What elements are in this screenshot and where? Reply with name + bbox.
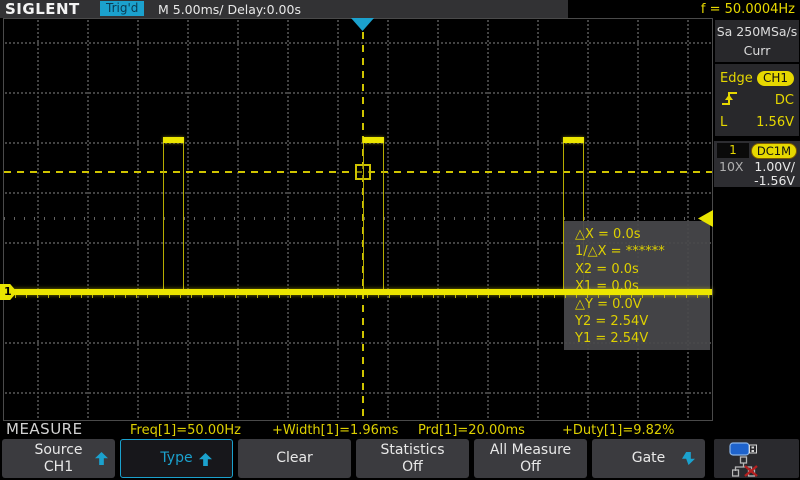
trigger-status-badge: Trig'd — [100, 1, 144, 16]
center-axis-ticks — [4, 217, 712, 220]
volts-per-div: 1.00V/ — [754, 160, 795, 174]
waveform-pulse-top — [363, 137, 384, 143]
softkey-label: Gate — [632, 450, 666, 467]
probe-attenuation: 10X — [719, 160, 743, 174]
brand-logo: SIGLENT — [5, 0, 80, 18]
waveform-baseline-noise — [4, 295, 712, 298]
softkey-type-button[interactable]: Type — [120, 439, 233, 478]
softkey-sublabel: Off — [520, 459, 541, 476]
trigger-info-box[interactable]: Edge CH1 DC L 1.56V — [715, 64, 799, 136]
cursor-line-y1: Y1 = 2.54V — [575, 330, 710, 347]
measurement-pos-duty: +Duty[1]=9.82% — [562, 423, 675, 438]
waveform-pulse-top — [563, 137, 584, 143]
menu-up-arrow-icon — [199, 453, 212, 466]
channel-offset: -1.56V — [717, 174, 797, 188]
acquisition-info-box: Sa 250MSa/s Curr 17.5Mpts — [715, 20, 799, 62]
lan-disconnected-icon — [732, 456, 760, 480]
menu-up-arrow-icon — [95, 452, 108, 465]
measurement-freq: Freq[1]=50.00Hz — [130, 423, 241, 438]
waveform-falling-edge — [383, 141, 384, 291]
softkey-clear-button[interactable]: Clear — [238, 439, 351, 478]
waveform-falling-edge — [183, 141, 184, 291]
cursor-line-inv-dx: 1/△X = ****** — [575, 243, 710, 260]
trigger-coupling: DC — [775, 93, 794, 108]
softkey-label: Source — [34, 442, 82, 459]
softkey-label: Statistics — [381, 442, 445, 459]
trigger-source-badge: CH1 — [757, 71, 794, 86]
measurement-period: Prd[1]=20.00ms — [418, 423, 525, 438]
channel-number-chip: 1 — [717, 143, 749, 158]
frequency-counter: f = 50.0004Hz — [701, 2, 795, 17]
cursor-readout-panel: △X = 0.0s 1/△X = ****** X2 = 0.0s X1 = 0… — [564, 221, 710, 350]
channel-coupling-badge: DC1M — [751, 143, 797, 159]
trigger-mode: Edge — [720, 71, 753, 86]
sample-rate: Sa 250MSa/s — [715, 22, 799, 41]
waveform-pulse-top — [163, 137, 184, 143]
waveform-rising-edge — [163, 141, 164, 291]
cursor-line-dy: △Y = 0.0V — [575, 296, 710, 313]
softkey-sublabel: CH1 — [44, 459, 73, 476]
softkey-all-measure-button[interactable]: All Measure Off — [474, 439, 587, 478]
rising-edge-icon — [720, 90, 740, 111]
waveform-rising-edge — [363, 141, 364, 291]
softkey-label: Clear — [276, 450, 313, 467]
softkey-source-button[interactable]: Source CH1 — [2, 439, 115, 478]
trigger-level-label: L — [720, 115, 727, 130]
cursor-line-y2: Y2 = 2.54V — [575, 313, 710, 330]
cursor-line-x2: X2 = 0.0s — [575, 261, 710, 278]
timebase-readout[interactable]: M 5.00ms/ Delay:0.00s — [158, 2, 301, 17]
measurement-pos-width: +Width[1]=1.96ms — [272, 423, 398, 438]
trigger-level-value: 1.56V — [756, 115, 794, 130]
status-icon-box — [714, 439, 799, 478]
softkey-statistics-button[interactable]: Statistics Off — [356, 439, 469, 478]
measure-title: MEASURE — [6, 420, 83, 438]
cursor-line-dx: △X = 0.0s — [575, 226, 710, 243]
oscilloscope-screen: SIGLENT Trig'd M 5.00ms/ Delay:0.00s f =… — [0, 0, 800, 480]
softkey-label: Type — [160, 450, 192, 467]
channel-info-box[interactable]: 1 DC1M 10X 1.00V/ -1.56V — [714, 141, 800, 187]
softkey-sublabel: Off — [402, 459, 423, 476]
menu-down-arrow-icon — [682, 452, 695, 465]
softkey-label: All Measure — [490, 442, 571, 459]
softkey-gate-button[interactable]: Gate — [592, 439, 705, 478]
